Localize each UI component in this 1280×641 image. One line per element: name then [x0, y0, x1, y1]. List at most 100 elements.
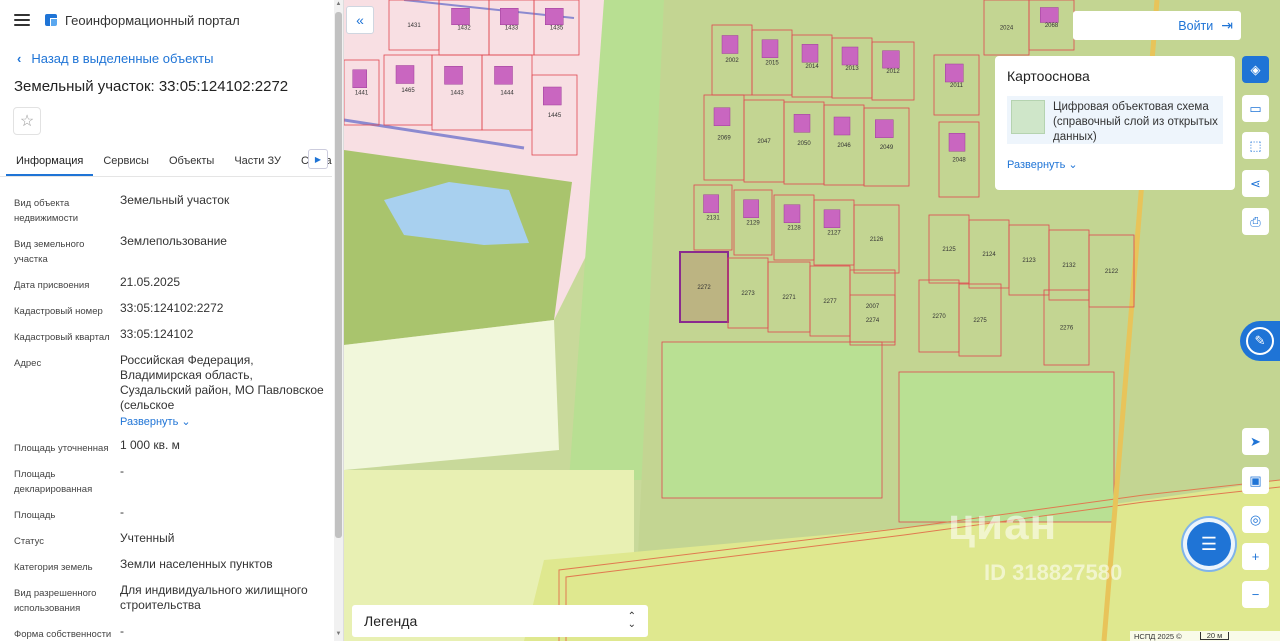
sidebar-scrollbar[interactable]: ▲ ▼	[334, 0, 343, 641]
print-icon: ⎙	[1250, 213, 1261, 229]
basemap-layer-name: Цифровая объектовая схема (справочный сл…	[1053, 101, 1218, 143]
tab-parts[interactable]: Части ЗУ	[224, 145, 291, 176]
plot-number-label: 2128	[787, 226, 801, 232]
double-chevron-left-icon: «	[356, 12, 364, 28]
property-value: Для индивидуального жилищного строительс…	[120, 583, 308, 612]
property-value: Землепользование	[120, 234, 227, 248]
layers-icon: ◈	[1250, 61, 1261, 77]
property-label: Дата присвоения	[14, 280, 90, 291]
plot-number-label: 2012	[886, 69, 900, 75]
minus-icon: −	[1251, 587, 1260, 602]
property-row: Форма собственности -	[14, 624, 343, 641]
measure-tool-button[interactable]: ▭	[1242, 95, 1269, 122]
property-row: Категория земель Земли населенных пункто…	[14, 557, 343, 575]
zoom-in-button[interactable]: +	[1242, 543, 1269, 570]
plus-icon: +	[1251, 549, 1260, 564]
select-area-button[interactable]: ⬚	[1242, 132, 1269, 159]
property-value: Земельный участок	[120, 193, 230, 207]
tabs-scroll-right-button[interactable]: ▶	[308, 149, 328, 169]
building-footprint	[451, 8, 470, 25]
plot-number-label: 2011	[950, 83, 964, 89]
tab-information[interactable]: Информация	[6, 145, 94, 176]
property-label: Площадь	[14, 510, 56, 521]
plot-number-label: 1431	[407, 23, 421, 29]
basemap-thumbnail	[1011, 100, 1045, 134]
sidebar-header: Геоинформационный портал	[0, 0, 343, 40]
property-value: -	[120, 505, 124, 519]
light-field	[344, 320, 559, 470]
chevron-left-icon: ‹	[17, 50, 22, 66]
cadastral-map[interactable]: 1431 1432 1433 1435 1441 1465 1443 1444 1445 2002…	[344, 0, 1280, 641]
property-label: Вид разрешенного использования	[14, 588, 97, 614]
property-label: Категория земель	[14, 562, 93, 573]
info-sidebar: Геоинформационный портал ‹ Назад в выдел…	[0, 0, 344, 641]
basemap-expand-link[interactable]: Развернуть ⌄	[1007, 158, 1223, 171]
plot-number-label: 2049	[880, 145, 894, 151]
favorite-button[interactable]: ☆	[13, 107, 41, 135]
login-label: Войти	[1178, 18, 1214, 33]
share-button[interactable]: ⋖	[1242, 170, 1269, 197]
building-footprint	[494, 66, 513, 85]
building-footprint	[948, 133, 966, 152]
plot-number-label: 2047	[757, 139, 771, 145]
legend-dropdown[interactable]: Легенда ⌃ ⌄	[352, 605, 648, 637]
property-value: 33:05:124102	[120, 327, 194, 341]
geolocation-button[interactable]: ◎	[1242, 506, 1269, 533]
plot-number-label: 1444	[500, 91, 514, 97]
portal-logo-icon	[45, 14, 57, 26]
layers-tool-button[interactable]: ◈	[1242, 56, 1269, 83]
menu-icon[interactable]	[14, 14, 30, 26]
feedback-tab[interactable]: ✎	[1240, 321, 1280, 361]
property-value: Учтенный	[120, 531, 175, 545]
plot-number-label: 2122	[1105, 269, 1119, 275]
scroll-thumb[interactable]	[335, 12, 342, 538]
building-footprint	[875, 119, 894, 138]
plot-number-label: 1435	[550, 26, 564, 32]
basemap-title: Картооснова	[1007, 68, 1090, 84]
property-value: -	[120, 624, 124, 638]
minimap-icon: ▣	[1249, 472, 1262, 488]
building-footprint	[841, 46, 859, 66]
building-footprint	[352, 69, 367, 88]
property-label: Площадь уточненная	[14, 443, 109, 454]
property-value: -	[120, 464, 124, 478]
property-value: 1 000 кв. м	[120, 438, 180, 452]
property-row: Дата присвоения 21.05.2025	[14, 275, 343, 293]
plot-number-label: 2048	[952, 158, 966, 164]
navigation-arrow-icon: ➤	[1250, 433, 1261, 449]
building-footprint	[713, 107, 731, 126]
print-button[interactable]: ⎙	[1242, 208, 1269, 235]
zoom-out-button[interactable]: −	[1242, 581, 1269, 608]
building-footprint	[793, 114, 811, 133]
plot-number-label: 1441	[355, 91, 369, 97]
chat-button[interactable]: ☰	[1187, 522, 1231, 566]
plot-number-label: 1445	[548, 113, 562, 119]
login-icon: ⇥	[1221, 17, 1233, 33]
property-row: Адрес Российская Федерация, Владимирская…	[14, 353, 343, 430]
building-footprint	[761, 39, 779, 58]
plot-number-label: 2273	[741, 291, 755, 297]
building-footprint	[1040, 7, 1059, 23]
tab-objects[interactable]: Объекты	[159, 145, 224, 176]
scroll-down-icon[interactable]: ▼	[334, 631, 343, 637]
building-footprint	[703, 194, 719, 213]
expand-address-link[interactable]: Развернуть ⌄	[120, 415, 191, 430]
login-button[interactable]: Войти ⇥	[1073, 11, 1241, 40]
tab-services[interactable]: Сервисы	[93, 145, 159, 176]
property-label: Вид объекта недвижимости	[14, 198, 79, 224]
property-row: Площадь декларированная -	[14, 464, 343, 497]
chevron-down-icon: ⌄	[1068, 159, 1078, 171]
ruler-icon: ▭	[1249, 100, 1262, 116]
plot-number-label: 2126	[870, 237, 884, 243]
plot-number-label: 2129	[746, 221, 760, 227]
back-to-selected-link[interactable]: ‹ Назад в выделенные объекты	[0, 40, 343, 76]
scroll-up-icon[interactable]: ▲	[334, 1, 343, 7]
plot-number-label: 1443	[450, 91, 464, 97]
collapse-sidebar-button[interactable]: «	[346, 6, 374, 34]
locate-button[interactable]: ➤	[1242, 428, 1269, 455]
plot-number-label: 1465	[401, 88, 415, 94]
basemap-option[interactable]: Цифровая объектовая схема (справочный сл…	[1007, 96, 1223, 144]
minimap-button[interactable]: ▣	[1242, 467, 1269, 494]
chevron-down-icon: ⌄	[181, 416, 191, 428]
plot-number-label: 2068	[1045, 23, 1059, 29]
